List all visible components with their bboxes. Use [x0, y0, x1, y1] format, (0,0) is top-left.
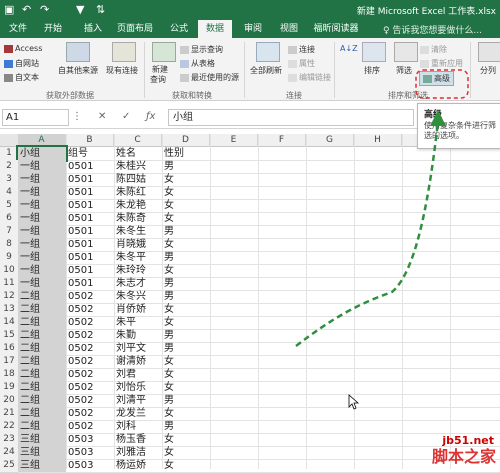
- annotation-overlay: [295, 69, 469, 410]
- mouse-cursor-icon: [348, 394, 360, 410]
- arrow-head: [430, 110, 446, 126]
- watermark-name: 脚本之家: [431, 447, 496, 466]
- highlight-box: [415, 69, 469, 99]
- dashed-arrow: [295, 121, 440, 347]
